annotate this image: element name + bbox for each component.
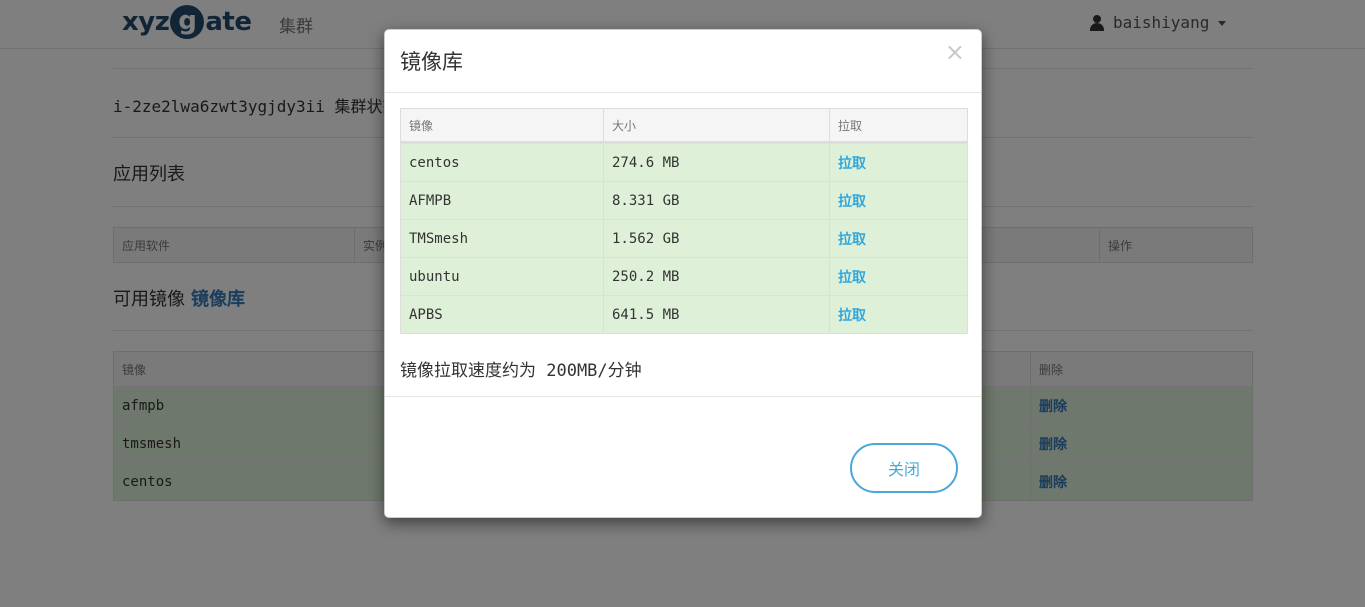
- image-repo-modal: 镜像库 × 镜像 大小 拉取 centos 274.6 MB 拉取 AFMPB …: [384, 29, 982, 518]
- pull-link[interactable]: 拉取: [838, 267, 866, 287]
- image-size: 641.5 MB: [604, 296, 830, 333]
- col-header-size: 大小: [604, 109, 830, 141]
- col-header-image: 镜像: [401, 109, 604, 141]
- image-name: AFMPB: [401, 182, 604, 219]
- image-size: 250.2 MB: [604, 258, 830, 295]
- image-name: centos: [401, 144, 604, 181]
- image-size: 274.6 MB: [604, 144, 830, 181]
- table-row: AFMPB 8.331 GB 拉取: [401, 181, 967, 219]
- pull-link[interactable]: 拉取: [838, 191, 866, 211]
- repo-table-header: 镜像 大小 拉取: [401, 109, 967, 143]
- image-size: 1.562 GB: [604, 220, 830, 257]
- image-name: ubuntu: [401, 258, 604, 295]
- pull-link[interactable]: 拉取: [838, 305, 866, 325]
- col-header-pull: 拉取: [838, 118, 863, 133]
- pull-speed-note: 镜像拉取速度约为 200MB/分钟: [400, 361, 642, 381]
- pull-link[interactable]: 拉取: [838, 229, 866, 249]
- modal-header: 镜像库 ×: [385, 30, 981, 93]
- modal-title: 镜像库: [400, 50, 463, 74]
- table-row: TMSmesh 1.562 GB 拉取: [401, 219, 967, 257]
- modal-footer-divider: [385, 396, 981, 397]
- table-row: APBS 641.5 MB 拉取: [401, 295, 967, 333]
- image-name: APBS: [401, 296, 604, 333]
- repo-images-table: 镜像 大小 拉取 centos 274.6 MB 拉取 AFMPB 8.331 …: [400, 108, 968, 334]
- close-button[interactable]: 关闭: [850, 443, 958, 493]
- table-row: ubuntu 250.2 MB 拉取: [401, 257, 967, 295]
- image-name: TMSmesh: [401, 220, 604, 257]
- close-icon[interactable]: ×: [945, 40, 965, 64]
- image-size: 8.331 GB: [604, 182, 830, 219]
- pull-link[interactable]: 拉取: [838, 153, 866, 173]
- table-row: centos 274.6 MB 拉取: [401, 143, 967, 181]
